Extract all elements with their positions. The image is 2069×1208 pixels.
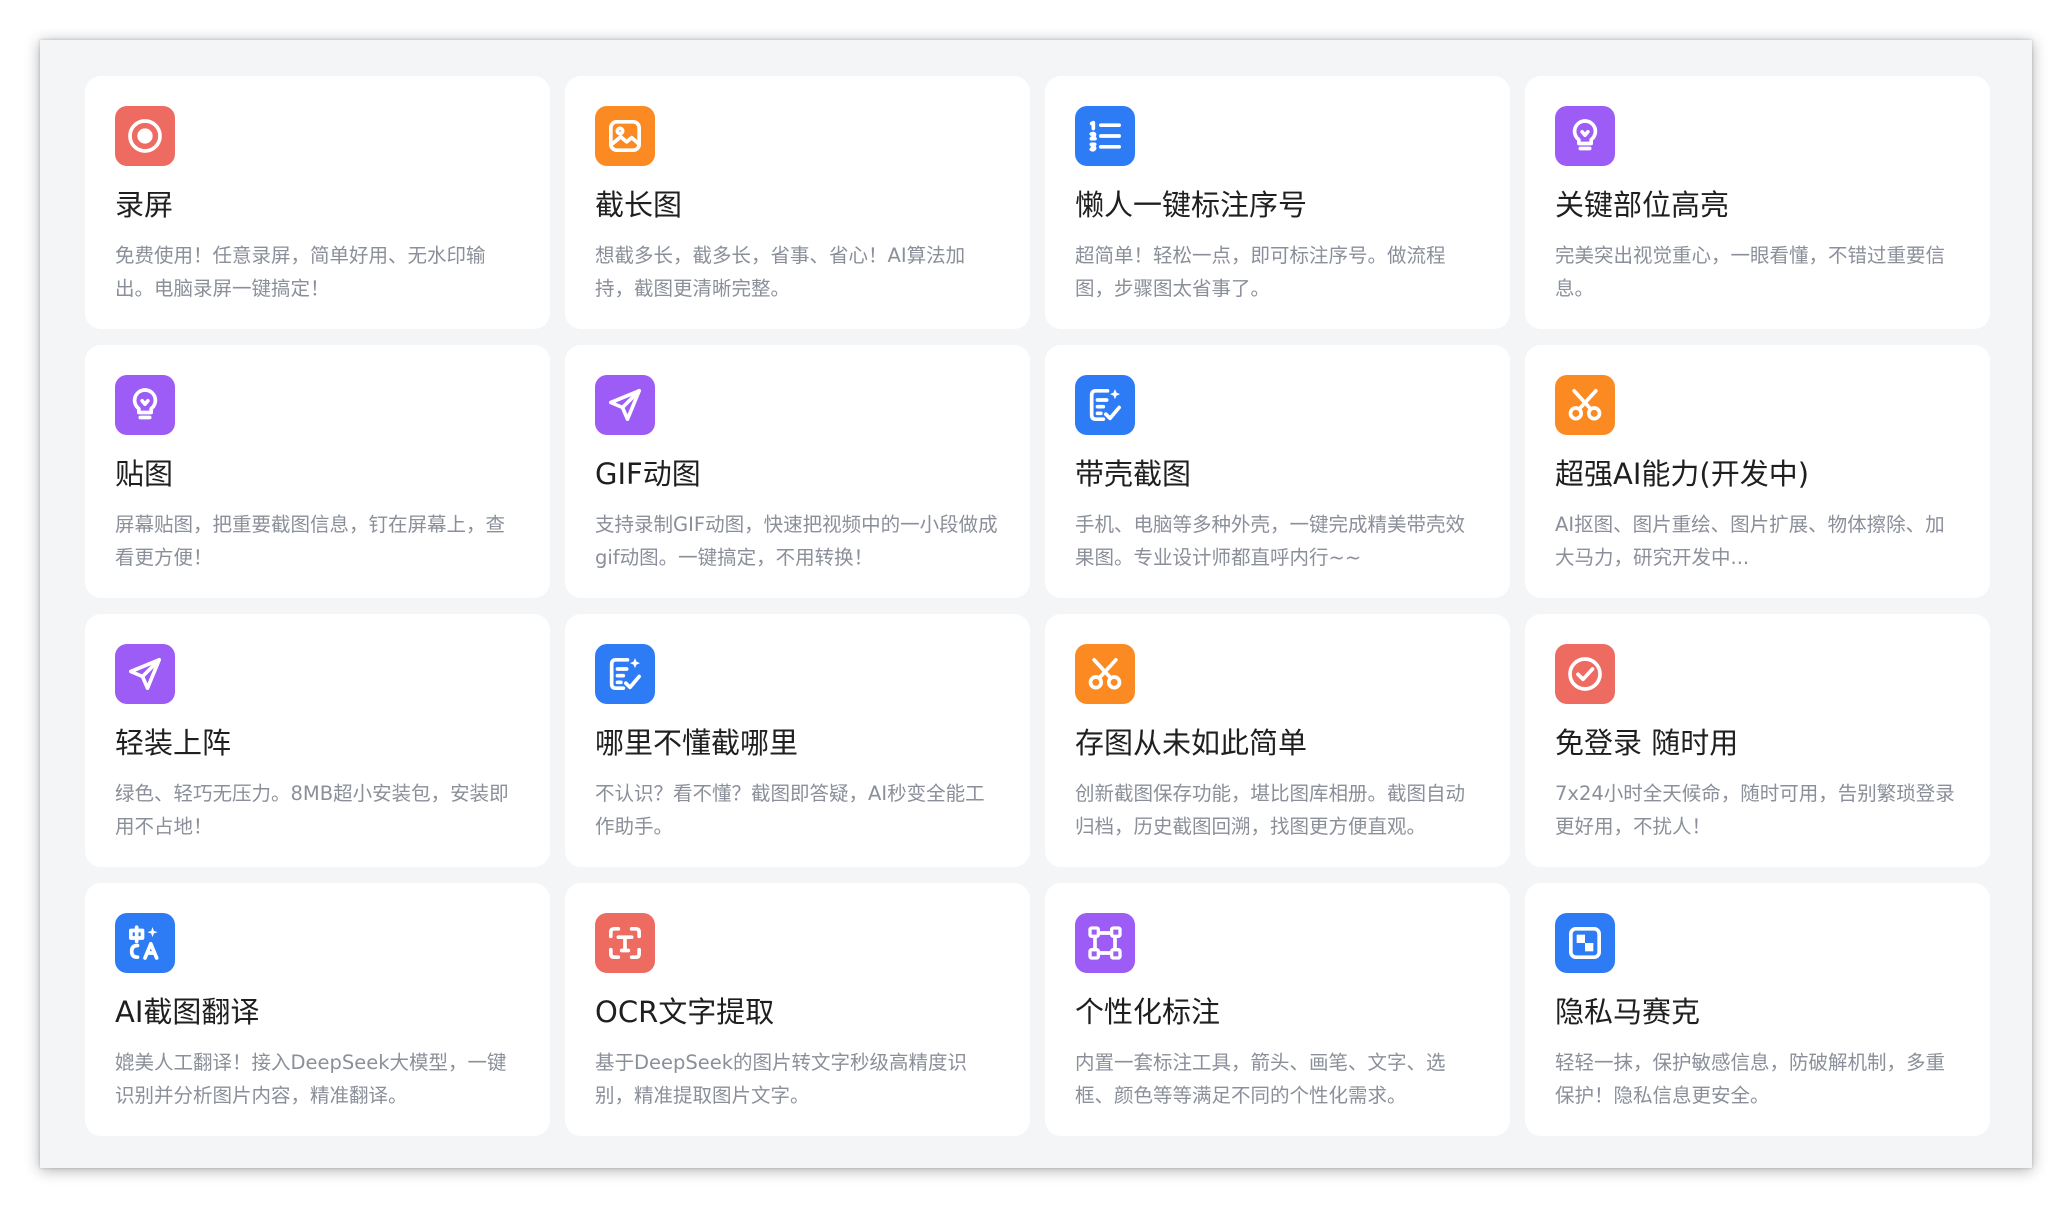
features-panel: 录屏 免费使用！任意录屏，简单好用、无水印输出。电脑录屏一键搞定！ 截长图 想截… [40, 40, 2032, 1168]
feature-card-ocr[interactable]: OCR文字提取 基于DeepSeek的图片转文字秒级高精度识别，精准提取图片文字… [565, 883, 1030, 1136]
feature-title: 录屏 [115, 188, 174, 222]
feature-desc: 支持录制GIF动图，快速把视频中的一小段做成gif动图。一键搞定，不用转换！ [595, 513, 998, 569]
feature-title: 个性化标注 [1075, 995, 1221, 1029]
scissors-icon [1555, 375, 1615, 435]
feature-title: 隐私马赛克 [1555, 995, 1701, 1029]
feature-desc: 基于DeepSeek的图片转文字秒级高精度识别，精准提取图片文字。 [595, 1051, 968, 1107]
text-scan-icon [595, 913, 655, 973]
feature-title: 存图从未如此简单 [1075, 726, 1308, 760]
frame-icon [1075, 913, 1135, 973]
translate-icon [115, 913, 175, 973]
feature-title: 哪里不懂截哪里 [595, 726, 799, 760]
feature-card-no-login[interactable]: 免登录 随时用 7x24小时全天候命，随时可用，告别繁琐登录更好用，不扰人！ [1525, 614, 1990, 867]
numbered-list-icon [1075, 106, 1135, 166]
feature-desc: 手机、电脑等多种外壳，一键完成精美带壳效果图。专业设计师都直呼内行~~ [1075, 513, 1466, 569]
feature-desc: 轻轻一抹，保护敏感信息，防破解机制，多重保护！隐私信息更安全。 [1555, 1051, 1946, 1107]
feature-title: 轻装上阵 [115, 726, 232, 760]
feature-title: 超强AI能力(开发中) [1555, 457, 1810, 491]
lightbulb-icon [1555, 106, 1615, 166]
feature-title: 带壳截图 [1075, 457, 1192, 491]
feature-card-ai-qa[interactable]: 哪里不懂截哪里 不认识？看不懂？截图即答疑，AI秒变全能工作助手。 [565, 614, 1030, 867]
feature-title: 截长图 [595, 188, 683, 222]
feature-desc: 绿色、轻巧无压力。8MB超小安装包，安装即用不占地！ [115, 782, 509, 838]
feature-card-mosaic[interactable]: 隐私马赛克 轻轻一抹，保护敏感信息，防破解机制，多重保护！隐私信息更安全。 [1525, 883, 1990, 1136]
feature-desc: 超简单！轻松一点，即可标注序号。做流程图，步骤图太省事了。 [1075, 244, 1446, 300]
feature-desc: 创新截图保存功能，堪比图库相册。截图自动归档，历史截图回溯，找图更方便直观。 [1075, 782, 1466, 838]
feature-card-device-frame[interactable]: 带壳截图 手机、电脑等多种外壳，一键完成精美带壳效果图。专业设计师都直呼内行~~ [1045, 345, 1510, 598]
feature-desc: 完美突出视觉重心，一眼看懂，不错过重要信息。 [1555, 244, 1946, 300]
edit-sparkle-icon [1075, 375, 1135, 435]
mosaic-icon [1555, 913, 1615, 973]
feature-desc: AI抠图、图片重绘、图片扩展、物体擦除、加大马力，研究开发中... [1555, 513, 1945, 569]
feature-title: OCR文字提取 [595, 995, 775, 1029]
check-circle-icon [1555, 644, 1615, 704]
lightbulb-icon [115, 375, 175, 435]
feature-card-highlight[interactable]: 关键部位高亮 完美突出视觉重心，一眼看懂，不错过重要信息。 [1525, 76, 1990, 329]
feature-title: 懒人一键标注序号 [1075, 188, 1308, 222]
send-icon [115, 644, 175, 704]
feature-desc: 免费使用！任意录屏，简单好用、无水印输出。电脑录屏一键搞定！ [115, 244, 486, 300]
feature-desc: 不认识？看不懂？截图即答疑，AI秒变全能工作助手。 [595, 782, 985, 838]
feature-card-gif[interactable]: GIF动图 支持录制GIF动图，快速把视频中的一小段做成gif动图。一键搞定，不… [565, 345, 1030, 598]
feature-card-save[interactable]: 存图从未如此简单 创新截图保存功能，堪比图库相册。截图自动归档，历史截图回溯，找… [1045, 614, 1510, 867]
feature-card-pin[interactable]: 贴图 屏幕贴图，把重要截图信息，钉在屏幕上，查看更方便！ [85, 345, 550, 598]
feature-card-number-annotation[interactable]: 懒人一键标注序号 超简单！轻松一点，即可标注序号。做流程图，步骤图太省事了。 [1045, 76, 1510, 329]
feature-desc: 内置一套标注工具，箭头、画笔、文字、选框、颜色等等满足不同的个性化需求。 [1075, 1051, 1446, 1107]
feature-title: GIF动图 [595, 457, 701, 491]
feature-title: AI截图翻译 [115, 995, 260, 1029]
feature-desc: 屏幕贴图，把重要截图信息，钉在屏幕上，查看更方便！ [115, 513, 506, 569]
feature-desc: 媲美人工翻译！接入DeepSeek大模型，一键识别并分析图片内容，精准翻译。 [115, 1051, 507, 1107]
feature-title: 关键部位高亮 [1555, 188, 1730, 222]
feature-desc: 7x24小时全天候命，随时可用，告别繁琐登录更好用，不扰人！ [1555, 782, 1955, 838]
feature-card-screen-record[interactable]: 录屏 免费使用！任意录屏，简单好用、无水印输出。电脑录屏一键搞定！ [85, 76, 550, 329]
feature-card-ai[interactable]: 超强AI能力(开发中) AI抠图、图片重绘、图片扩展、物体擦除、加大马力，研究开… [1525, 345, 1990, 598]
image-icon [595, 106, 655, 166]
feature-card-lightweight[interactable]: 轻装上阵 绿色、轻巧无压力。8MB超小安装包，安装即用不占地！ [85, 614, 550, 867]
feature-desc: 想截多长，截多长，省事、省心！AI算法加持，截图更清晰完整。 [595, 244, 966, 300]
feature-title: 免登录 随时用 [1555, 726, 1739, 760]
scissors-icon [1075, 644, 1135, 704]
features-grid: 录屏 免费使用！任意录屏，简单好用、无水印输出。电脑录屏一键搞定！ 截长图 想截… [85, 76, 1990, 1136]
edit-sparkle-icon [595, 644, 655, 704]
feature-card-custom-annotation[interactable]: 个性化标注 内置一套标注工具，箭头、画笔、文字、选框、颜色等等满足不同的个性化需… [1045, 883, 1510, 1136]
send-icon [595, 375, 655, 435]
feature-title: 贴图 [115, 457, 174, 491]
feature-card-ai-translate[interactable]: AI截图翻译 媲美人工翻译！接入DeepSeek大模型，一键识别并分析图片内容，… [85, 883, 550, 1136]
feature-card-long-screenshot[interactable]: 截长图 想截多长，截多长，省事、省心！AI算法加持，截图更清晰完整。 [565, 76, 1030, 329]
record-icon [115, 106, 175, 166]
